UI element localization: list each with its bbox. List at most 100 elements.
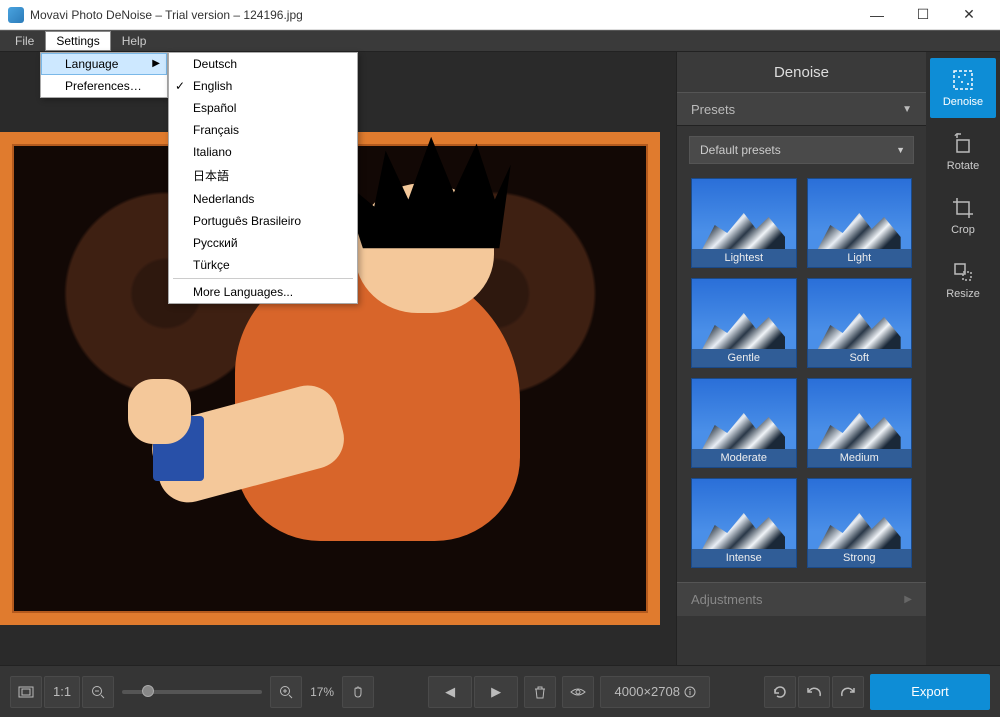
language-option[interactable]: 日本語 xyxy=(169,163,357,188)
tool-crop-label: Crop xyxy=(951,224,975,236)
trash-icon xyxy=(533,685,547,699)
hand-icon xyxy=(351,685,365,699)
language-option-label: Italiano xyxy=(193,145,232,159)
undo-icon xyxy=(806,686,822,698)
preset-label: Lightest xyxy=(692,249,796,267)
undo-button[interactable] xyxy=(798,676,830,708)
zoom-actual-button[interactable]: 1:1 xyxy=(44,676,80,708)
app-icon xyxy=(8,7,24,23)
preset-label: Light xyxy=(808,249,912,267)
language-option-label: Português Brasileiro xyxy=(193,214,301,228)
menu-item-preferences[interactable]: Preferences… xyxy=(41,75,167,97)
language-submenu: Deutsch ✓EnglishEspañol Français Italiano 日本… xyxy=(168,52,358,304)
preset-thumb[interactable]: Lightest xyxy=(691,178,797,268)
menubar: File Settings Help xyxy=(0,30,1000,52)
preset-label: Soft xyxy=(808,349,912,367)
zoom-slider-thumb[interactable] xyxy=(142,685,154,697)
redo-button[interactable] xyxy=(832,676,864,708)
language-option[interactable]: Español xyxy=(169,97,357,119)
pan-hand-button[interactable] xyxy=(342,676,374,708)
fit-screen-icon xyxy=(18,684,34,700)
language-option[interactable]: Português Brasileiro xyxy=(169,210,357,232)
language-option[interactable]: Русский xyxy=(169,232,357,254)
export-button[interactable]: Export xyxy=(870,674,990,710)
language-option-label: Deutsch xyxy=(193,57,237,71)
language-option[interactable]: ✓English xyxy=(169,75,357,97)
language-option[interactable]: Italiano xyxy=(169,141,357,163)
next-image-button[interactable]: ▶ xyxy=(474,676,518,708)
rotate-icon xyxy=(951,132,975,156)
dimensions-text: 4000×2708 xyxy=(615,684,680,699)
language-option-label: English xyxy=(193,79,232,93)
delete-button[interactable] xyxy=(524,676,556,708)
eye-icon xyxy=(570,685,586,699)
menu-file[interactable]: File xyxy=(4,31,45,51)
revert-button[interactable] xyxy=(764,676,796,708)
preset-thumb[interactable]: Strong xyxy=(807,478,913,568)
menu-item-language-label: Language xyxy=(65,57,118,71)
maximize-button[interactable]: ☐ xyxy=(900,0,946,30)
preset-thumb[interactable]: Soft xyxy=(807,278,913,368)
adjustments-section-header[interactable]: Adjustments ▶ xyxy=(677,582,926,616)
menu-help[interactable]: Help xyxy=(111,31,158,51)
tool-crop[interactable]: Crop xyxy=(930,186,996,246)
chevron-down-icon: ▼ xyxy=(902,104,912,115)
preset-thumb[interactable]: Medium xyxy=(807,378,913,468)
language-option[interactable]: Deutsch xyxy=(169,53,357,75)
preset-grid: Lightest Light Gentle Soft Moderate Medium Int… xyxy=(677,174,926,582)
window-titlebar: Movavi Photo DeNoise – Trial version – 1… xyxy=(0,0,1000,30)
preset-thumb[interactable]: Moderate xyxy=(691,378,797,468)
tool-denoise-label: Denoise xyxy=(943,96,983,108)
language-option-label: Русский xyxy=(193,236,238,250)
preset-thumb[interactable]: Gentle xyxy=(691,278,797,368)
preset-label: Medium xyxy=(808,449,912,467)
preview-toggle-button[interactable] xyxy=(562,676,594,708)
preset-thumb[interactable]: Intense xyxy=(691,478,797,568)
prev-image-button[interactable]: ◀ xyxy=(428,676,472,708)
preset-label: Intense xyxy=(692,549,796,567)
zoom-in-button[interactable] xyxy=(270,676,302,708)
tool-resize[interactable]: Resize xyxy=(930,250,996,310)
presets-label: Presets xyxy=(691,102,735,117)
zoom-percent-label: 17% xyxy=(304,685,340,699)
tool-sidebar: Denoise Rotate Crop Resize xyxy=(926,52,1000,665)
zoom-slider[interactable] xyxy=(122,690,262,694)
close-button[interactable]: ✕ xyxy=(946,0,992,30)
window-title: Movavi Photo DeNoise – Trial version – 1… xyxy=(30,8,854,22)
menu-separator xyxy=(173,278,353,279)
preset-thumb[interactable]: Light xyxy=(807,178,913,268)
zoom-out-button[interactable] xyxy=(82,676,114,708)
language-option-label: Nederlands xyxy=(193,192,254,206)
preset-label: Strong xyxy=(808,549,912,567)
language-option[interactable]: Français xyxy=(169,119,357,141)
preset-label: Gentle xyxy=(692,349,796,367)
language-option[interactable]: Nederlands xyxy=(169,188,357,210)
info-icon xyxy=(684,686,696,698)
preset-group-select[interactable]: Default presets ▼ xyxy=(689,136,914,164)
presets-section-header[interactable]: Presets ▼ xyxy=(677,92,926,126)
image-dimensions[interactable]: 4000×2708 xyxy=(600,676,710,708)
menu-item-language[interactable]: Language ▶ xyxy=(41,53,167,75)
language-option[interactable]: Türkçe xyxy=(169,254,357,276)
language-option-label: 日本語 xyxy=(193,169,229,183)
settings-dropdown: Language ▶ Preferences… xyxy=(40,52,168,98)
resize-icon xyxy=(951,260,975,284)
adjustments-label: Adjustments xyxy=(691,592,763,607)
minimize-button[interactable]: — xyxy=(854,0,900,30)
chevron-down-icon: ▼ xyxy=(896,145,905,155)
revert-icon xyxy=(772,685,788,699)
fit-screen-button[interactable] xyxy=(10,676,42,708)
tool-rotate[interactable]: Rotate xyxy=(930,122,996,182)
tool-resize-label: Resize xyxy=(946,288,980,300)
preset-label: Moderate xyxy=(692,449,796,467)
zoom-out-icon xyxy=(91,685,105,699)
zoom-in-icon xyxy=(279,685,293,699)
submenu-arrow-icon: ▶ xyxy=(152,58,160,69)
denoise-icon xyxy=(951,68,975,92)
more-languages-option[interactable]: More Languages... xyxy=(169,281,357,303)
menu-settings[interactable]: Settings xyxy=(45,31,110,51)
language-option-label: Français xyxy=(193,123,239,137)
tool-denoise[interactable]: Denoise xyxy=(930,58,996,118)
tool-rotate-label: Rotate xyxy=(947,160,979,172)
redo-icon xyxy=(840,686,856,698)
